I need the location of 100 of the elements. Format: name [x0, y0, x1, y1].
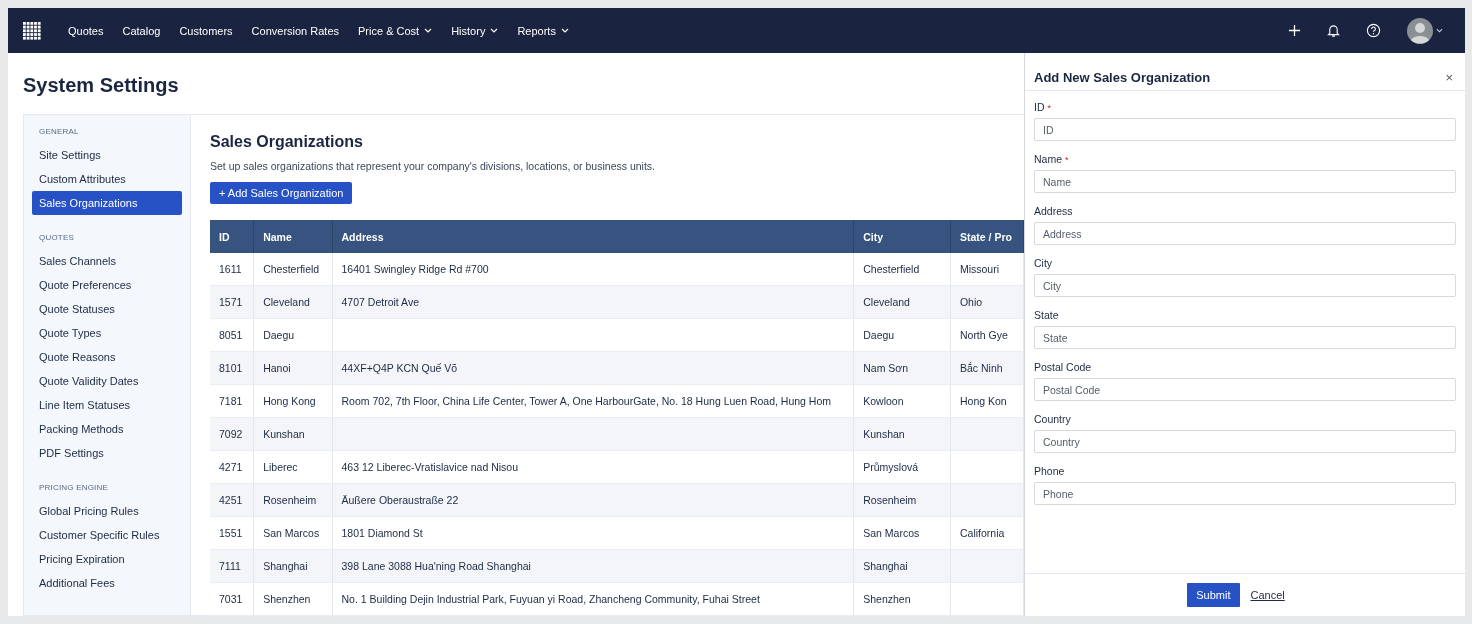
sidebar-section-heading: QUOTES [38, 232, 75, 244]
table-cell: 44XF+Q4P KCN Quế Võ [341, 362, 458, 374]
field-label: City [1034, 257, 1054, 269]
table-cell: Shenzhen [863, 593, 911, 605]
sidebar-item[interactable]: Customer Specific Rules [32, 523, 182, 547]
required-mark: * [1065, 155, 1069, 165]
table-cell: 8101 [219, 362, 243, 374]
table-cell: Liberec [263, 461, 298, 473]
table-cell: 7092 [219, 428, 243, 440]
table-cell: 4251 [219, 494, 243, 506]
input-field[interactable]: Postal Code [1034, 378, 1456, 401]
input-field[interactable]: Phone [1034, 482, 1456, 505]
sidebar-item[interactable]: Additional Fees [32, 571, 182, 595]
column-header: City [853, 220, 951, 253]
table-cell: 7031 [219, 593, 243, 605]
caret-icon [560, 28, 569, 33]
table-cell: Daegu [863, 329, 895, 341]
nav-link[interactable]: Catalog [122, 24, 161, 37]
field-label: State [1034, 309, 1060, 321]
sidebar-item[interactable]: Sales Channels [32, 249, 182, 273]
table-cell: Ohio [959, 296, 983, 308]
table-cell: Cleveland [263, 296, 310, 308]
sidebar-item[interactable]: PDF Settings [32, 441, 182, 465]
required-mark: * [1047, 103, 1051, 113]
table-cell: 1611 [219, 263, 242, 275]
caret-icon[interactable] [1436, 28, 1443, 33]
sidebar-item[interactable]: Quote Validity Dates [32, 369, 182, 393]
sidebar-item[interactable]: Global Pricing Rules [32, 499, 182, 523]
sidebar-item[interactable]: Packing Methods [32, 417, 182, 441]
submit-button[interactable]: Submit [1187, 583, 1240, 607]
sidebar-item[interactable]: Quote Types [32, 321, 182, 345]
sidebar-item[interactable]: Pricing Expiration [32, 547, 182, 571]
nav-link[interactable]: Conversion Rates [251, 24, 339, 37]
sidebar-item[interactable]: Quote Reasons [32, 345, 182, 369]
input-field[interactable]: City [1034, 274, 1456, 297]
field-label: Address [1034, 205, 1074, 217]
notification-bell-icon[interactable] [1327, 23, 1340, 38]
caret-icon [424, 28, 433, 33]
column-header: Address [332, 220, 854, 253]
plus-icon[interactable] [1288, 24, 1301, 37]
sidebar-item[interactable]: Quote Statuses [32, 297, 182, 321]
table-cell: Nam Sơn [863, 362, 909, 374]
sidebar-section-heading: PRICING ENGINE [38, 482, 110, 494]
input-field[interactable]: Address [1034, 222, 1456, 245]
cancel-link[interactable]: Cancel [1250, 589, 1285, 601]
table-cell: Průmyslová [863, 461, 919, 473]
close-button[interactable]: × [1445, 70, 1453, 85]
table-cell: Kunshan [863, 428, 905, 440]
table-cell: 1571 [219, 296, 243, 308]
sidebar-item[interactable]: Custom Attributes [32, 167, 182, 191]
table-cell: 8051 [219, 329, 243, 341]
input-field[interactable]: Name [1034, 170, 1456, 193]
table-cell: Chesterfield [863, 263, 920, 275]
section-description: Set up sales organizations that represent your company's divisions, locations, or business units. [210, 160, 656, 172]
grid-logo-icon[interactable] [22, 20, 42, 41]
table-cell: No. 1 Building Dejin Industrial Park, Fuyuan yi Road, Zhancheng Community, Fuhai Street [341, 593, 760, 605]
table-cell: California [959, 527, 1005, 539]
column-header: State / Pro [950, 220, 1024, 253]
table-cell: 463 12 Liberec-Vratislavice nad Nisou [341, 461, 518, 473]
table-cell: Chesterfield [263, 263, 320, 275]
nav-link[interactable]: Price & Cost [358, 24, 433, 37]
sidebar-item[interactable]: Site Settings [32, 143, 182, 167]
nav-link[interactable]: Quotes [68, 24, 104, 37]
column-header: Name [253, 220, 333, 253]
table-cell: Cleveland [863, 296, 910, 308]
table-cell: 16401 Swingley Ridge Rd #700 [341, 263, 489, 275]
table-cell: North Gye [959, 329, 1008, 341]
caret-icon [490, 28, 499, 33]
input-field[interactable]: ID [1034, 118, 1456, 141]
table-cell: San Marcos [263, 527, 320, 539]
avatar-icon[interactable] [1407, 17, 1433, 44]
section-title: Sales Organizations [210, 133, 364, 151]
table-cell: Hong Kon [959, 395, 1007, 407]
sidebar-item[interactable]: Line Item Statuses [32, 393, 182, 417]
add-sales-organization-button[interactable]: + Add Sales Organization [210, 182, 353, 204]
table-cell: Room 702, 7th Floor, China Life Center, Tower A, One HarbourGate, No. 18 Hung Luen Road, Hung Hom [341, 395, 832, 407]
nav-link[interactable]: Customers [179, 24, 233, 37]
table-cell: Rosenheim [863, 494, 917, 506]
input-field[interactable]: State [1034, 326, 1456, 349]
page-title: System Settings [23, 74, 180, 97]
nav-link[interactable]: History [451, 24, 499, 37]
nav-link[interactable]: Reports [517, 24, 569, 37]
sidebar-item[interactable]: Quote Preferences [32, 273, 182, 297]
table-cell: 1801 Diamond St [341, 527, 423, 539]
table-cell: Kunshan [263, 428, 305, 440]
sidebar-item[interactable]: Sales Organizations [32, 191, 182, 215]
field-label: Phone [1034, 465, 1066, 477]
table-cell: 4707 Detroit Ave [341, 296, 419, 308]
table-cell: Bắc Ninh [959, 362, 1003, 374]
help-icon[interactable] [1366, 23, 1381, 38]
table-cell: Shanghai [263, 560, 308, 572]
table-cell: Daegu [263, 329, 295, 341]
field-label: Country [1034, 413, 1072, 425]
table-cell: Shanghai [863, 560, 908, 572]
table-cell: Äußere Oberaustraße 22 [341, 494, 459, 506]
input-field[interactable]: Country [1034, 430, 1456, 453]
table-cell: Rosenheim [263, 494, 317, 506]
table-cell: 1551 [219, 527, 243, 539]
drawer-title: Add New Sales Organization [1034, 70, 1211, 85]
field-label: ID * [1034, 101, 1052, 113]
